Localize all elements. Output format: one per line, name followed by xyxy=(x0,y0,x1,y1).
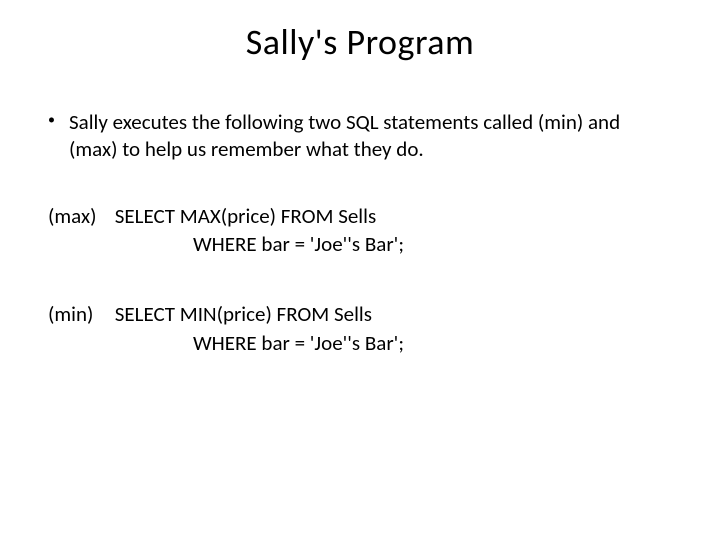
content-area: • Sally executes the following two SQL s… xyxy=(0,109,720,357)
sql-line1-min: SELECT MIN(price) FROM Sells xyxy=(115,301,372,327)
sql-line2-min: WHERE bar = 'Joe''s Bar'; xyxy=(193,329,672,357)
page-title: Sally's Program xyxy=(0,20,720,64)
sql-block-max: (max) SELECT MAX(price) FROM Sells WHERE… xyxy=(48,202,672,259)
sql-label-max: (max) xyxy=(48,202,110,230)
sql-block-min: (min) SELECT MIN(price) FROM Sells WHERE… xyxy=(48,300,672,357)
bullet-text: Sally executes the following two SQL sta… xyxy=(69,109,672,164)
bullet-item: • Sally executes the following two SQL s… xyxy=(48,109,672,164)
sql-line2-max: WHERE bar = 'Joe''s Bar'; xyxy=(193,230,672,258)
sql-label-min: (min) xyxy=(48,300,110,328)
sql-line1-max: SELECT MAX(price) FROM Sells xyxy=(115,203,376,229)
bullet-marker: • xyxy=(48,111,55,164)
